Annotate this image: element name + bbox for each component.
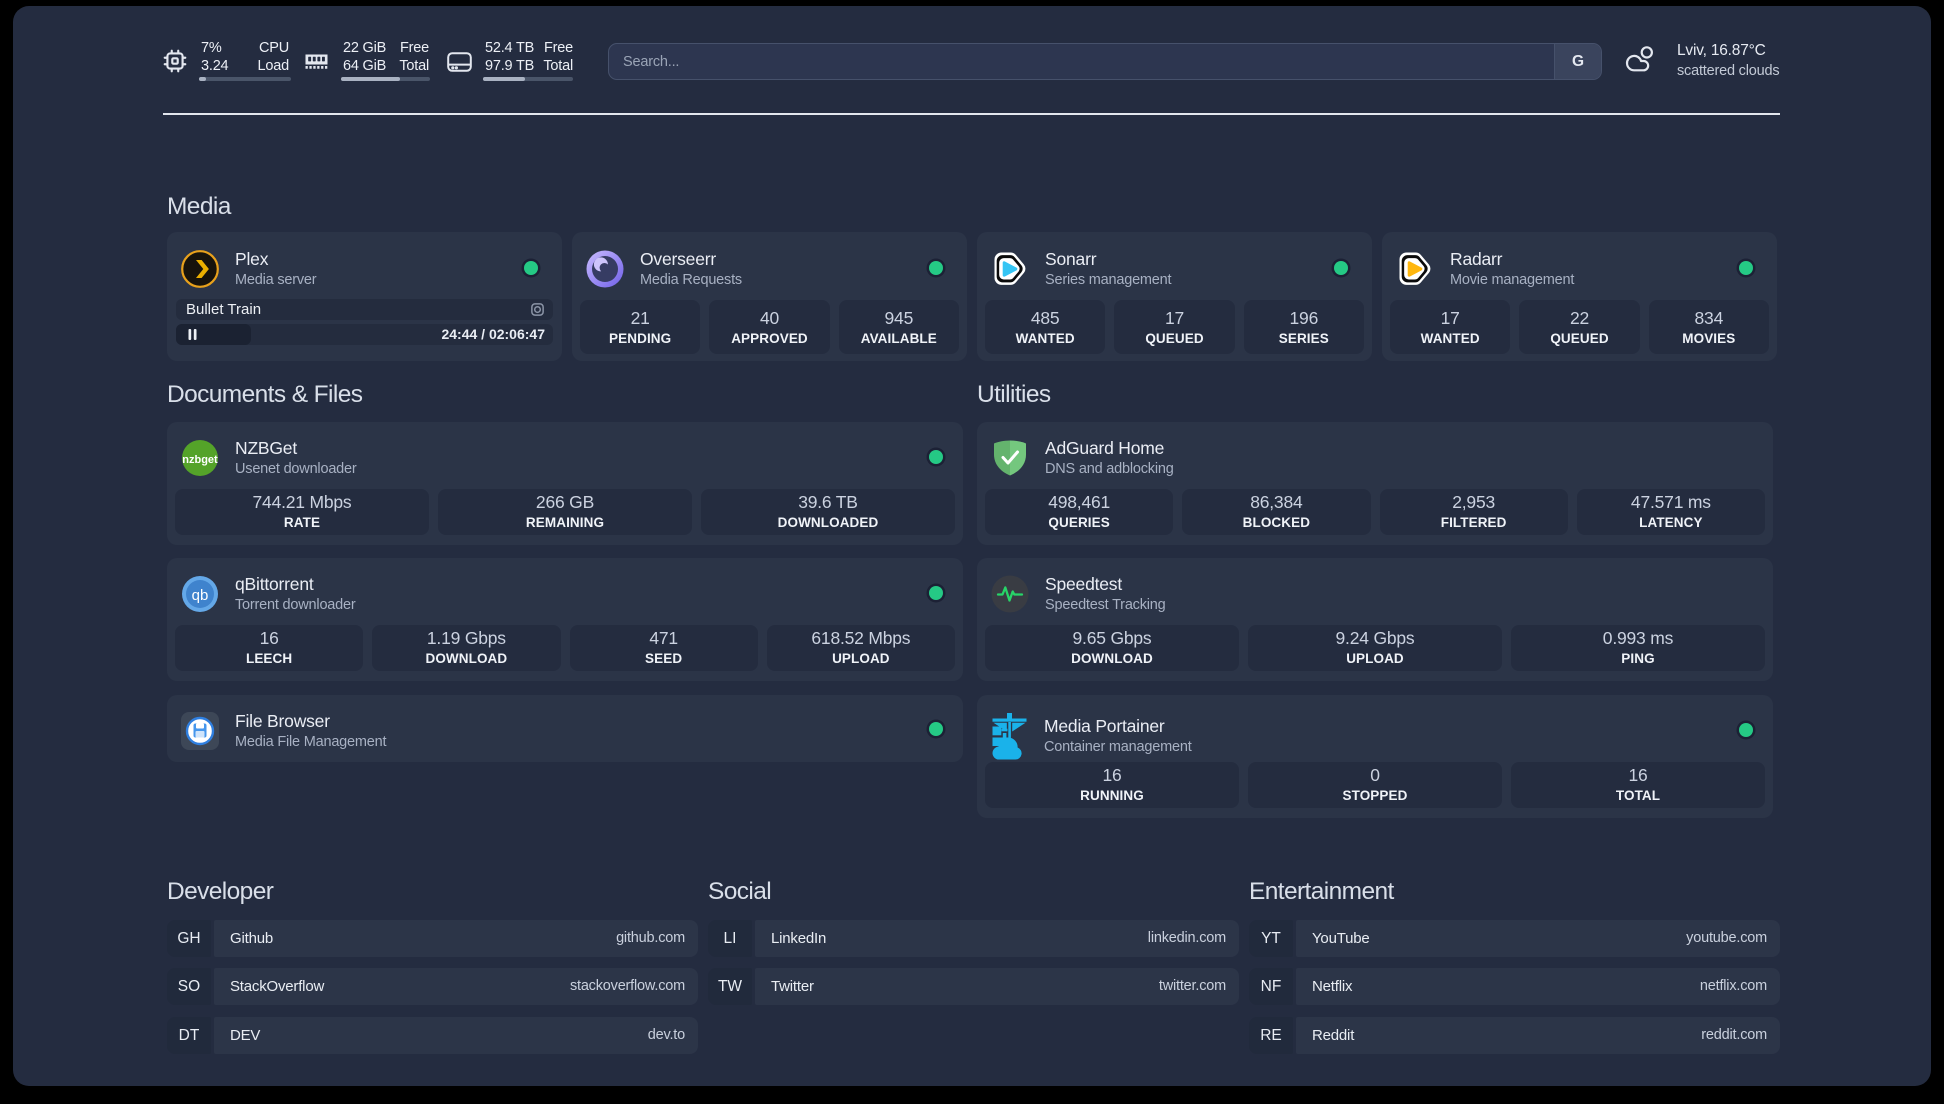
svg-text:nzbget: nzbget (182, 454, 218, 466)
svg-text:qb: qb (192, 587, 209, 604)
